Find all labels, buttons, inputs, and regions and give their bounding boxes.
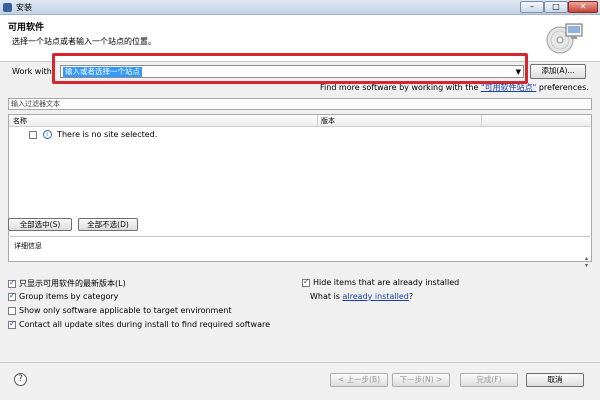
install-cd-icon [546,23,583,54]
row-text: There is no site selected. [57,130,158,139]
already-installed-link[interactable]: already installed [343,292,409,301]
group-by-category-checkbox[interactable] [8,291,16,301]
what-is-installed: What is already installed? [310,292,414,301]
column-divider[interactable] [317,115,318,127]
details-label: 详细信息 [14,242,42,250]
available-sites-link[interactable]: "可用软件站点" [481,83,536,92]
hide-installed-checkbox[interactable] [302,277,310,287]
contact-sites-checkbox[interactable] [8,319,16,329]
option-group-by-category[interactable]: Group items by category [8,291,118,301]
filter-input[interactable]: 输入过滤器文本 [8,98,592,110]
column-divider[interactable] [481,115,482,127]
table-row[interactable]: i There is no site selected. [29,130,157,141]
add-site-button[interactable]: 添加(A)... [530,64,586,79]
option-show-applicable[interactable]: Show only software applicable to target … [8,306,231,315]
details-section: 详细信息 ▴ ▾ [8,236,592,269]
show-applicable-checkbox[interactable] [8,306,16,315]
column-version[interactable]: 版本 [321,116,335,126]
app-icon [3,3,12,12]
wizard-footer: ? < 上一步(B) 下一步(N) > 完成(F) 取消 [0,362,600,400]
option-contact-sites[interactable]: Contact all update sites during install … [8,319,270,329]
finish-button[interactable]: 完成(F) [460,373,518,387]
column-name[interactable]: 名称 [13,116,27,126]
back-button[interactable]: < 上一步(B) [330,373,388,387]
deselect-all-button[interactable]: 全部不选(D) [78,218,138,231]
info-icon: i [42,130,52,139]
window-titlebar: 安装 – □ ✕ [0,0,600,15]
close-button[interactable]: ✕ [568,1,598,13]
page-description: 选择一个站点或者输入一个站点的位置。 [12,37,156,46]
page-title: 可用软件 [8,23,45,33]
row-checkbox[interactable] [29,130,37,139]
help-icon[interactable]: ? [14,373,27,386]
highlight-box [52,53,528,84]
maximize-button[interactable]: □ [544,1,568,13]
next-button[interactable]: 下一步(N) > [392,373,450,387]
details-scroll-icon[interactable]: ▴ ▾ [585,255,588,269]
wizard-body: Work with 输入或者选择一个站点 ▼ 添加(A)... Find mor… [0,53,600,362]
cancel-button[interactable]: 取消 [526,373,584,387]
select-all-button[interactable]: 全部选中(S) [8,218,72,231]
show-latest-checkbox[interactable] [8,278,16,288]
window-title: 安装 [16,3,32,12]
option-show-latest[interactable]: 只显示可用软件的最新版本(L) [8,278,126,289]
option-hide-installed[interactable]: Hide items that are already installed [302,277,459,287]
find-more-text: Find more software by working with the "… [320,83,589,92]
minimize-button[interactable]: – [520,1,544,13]
work-with-label: Work with [12,67,52,76]
table-header: 名称 版本 [9,115,591,127]
